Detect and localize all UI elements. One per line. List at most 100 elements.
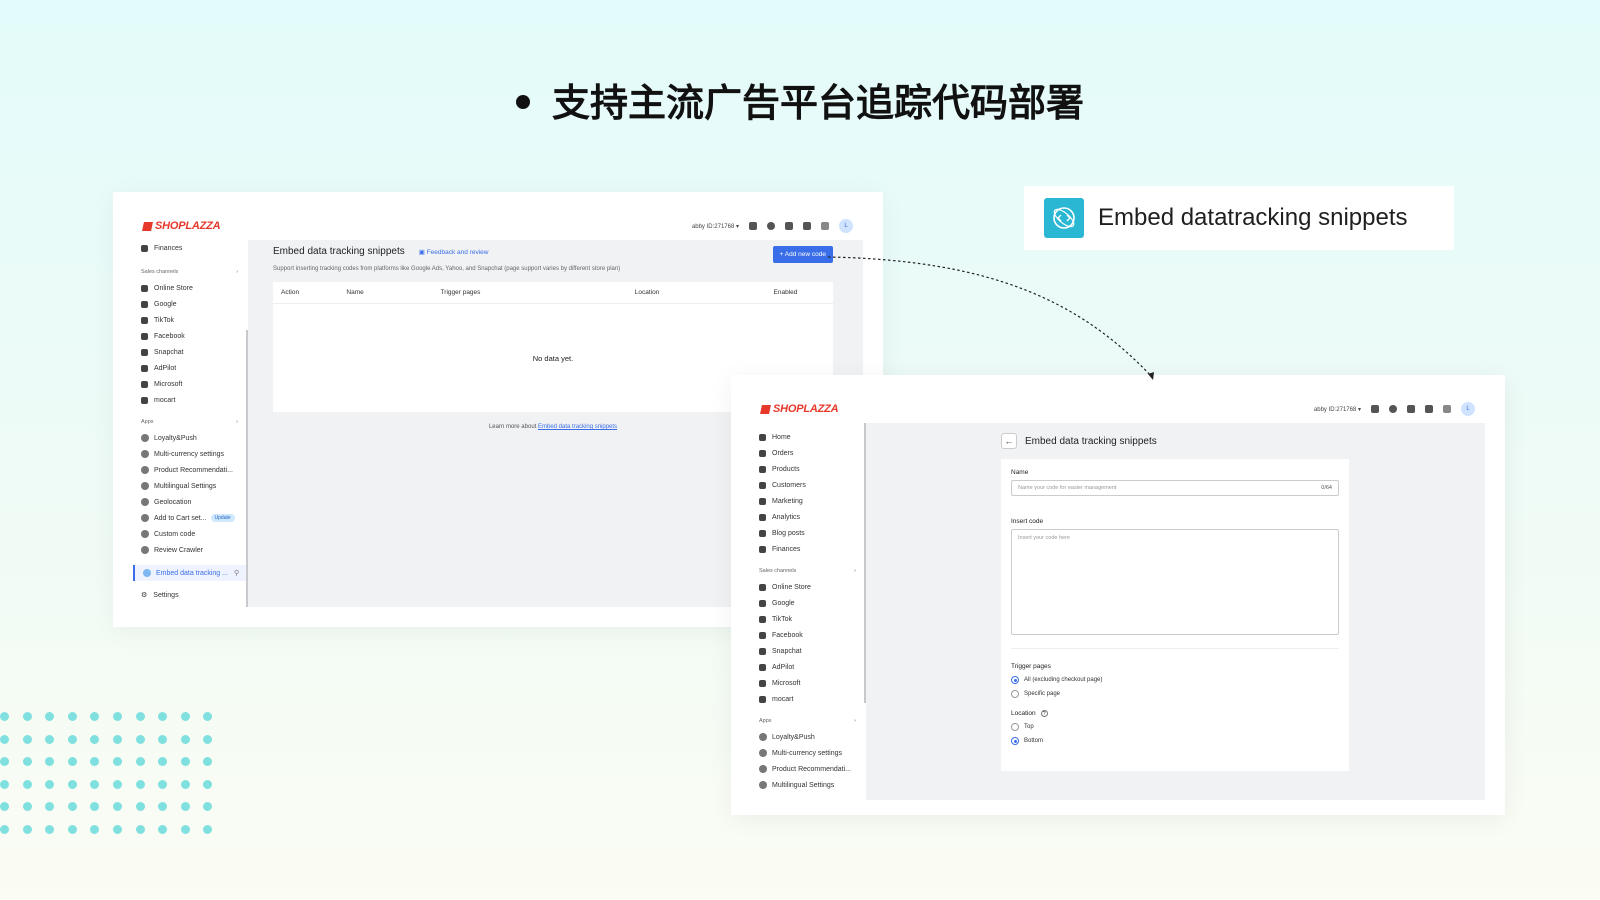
radio-icon[interactable]: [1011, 690, 1019, 698]
sidebar2-item-microsoft[interactable]: Microsoft: [751, 675, 866, 691]
sidebar-item-snapchat[interactable]: Snapchat: [133, 344, 248, 360]
sidebar2-item-multilingual-settings[interactable]: Multilingual Settings: [751, 777, 866, 793]
sidebar2-item-customers[interactable]: Customers: [751, 477, 866, 493]
sidebar-item-review-crawler[interactable]: Review Crawler: [133, 542, 248, 558]
sidebar2-item-mocart[interactable]: mocart: [751, 691, 866, 707]
sidebar2-item-home[interactable]: Home: [751, 429, 866, 445]
embed-code-icon: [1044, 198, 1084, 238]
sidebar2-item-products[interactable]: Products: [751, 461, 866, 477]
avatar[interactable]: L: [839, 219, 853, 233]
sidebar-item-adpilot[interactable]: AdPilot: [133, 360, 248, 376]
trigger-option-all-excluding-checkout-page[interactable]: All (excluding checkout page): [1011, 676, 1339, 684]
trigger-option-specific-page[interactable]: Specific page: [1011, 690, 1339, 698]
apps-header-2[interactable]: Apps ›: [751, 713, 866, 729]
sidebar2-item-orders[interactable]: Orders: [751, 445, 866, 461]
sidebar2-item-loyalty-push[interactable]: Loyalty&Push: [751, 729, 866, 745]
sidebar-item-label: Multilingual Settings: [154, 482, 217, 490]
decorative-dot: [180, 734, 190, 744]
message-icon[interactable]: [1425, 405, 1433, 413]
back-button[interactable]: ←: [1001, 433, 1017, 449]
sidebar-item-loyalty-push[interactable]: Loyalty&Push: [133, 430, 248, 446]
sidebar2-item-multi-currency-settings[interactable]: Multi-currency settings: [751, 745, 866, 761]
sidebar2-item-product-recommendati[interactable]: Product Recommendati...: [751, 761, 866, 777]
tiktok-icon: [759, 615, 766, 623]
sidebar-item-multilingual-settings[interactable]: Multilingual Settings: [133, 478, 248, 494]
sidebar-item-geolocation[interactable]: Geolocation: [133, 494, 248, 510]
embed-app-icon: [143, 569, 151, 577]
decorative-dot: [180, 825, 190, 834]
radio-icon[interactable]: [1011, 676, 1019, 684]
sidebar-item-microsoft[interactable]: Microsoft: [133, 376, 248, 392]
sidebar2-item-analytics[interactable]: Analytics: [751, 509, 866, 525]
sidebar-item-custom-code[interactable]: Custom code: [133, 526, 248, 542]
decorative-dot: [22, 802, 32, 812]
sidebar2-item-marketing[interactable]: Marketing: [751, 493, 866, 509]
sidebar-item-finances[interactable]: Finances: [133, 240, 248, 256]
radio-label: Top: [1024, 724, 1034, 730]
sidebar-item-label: Loyalty&Push: [154, 434, 197, 442]
sidebar2-item-facebook[interactable]: Facebook: [751, 627, 866, 643]
decorative-dot: [0, 734, 9, 744]
sidebar-item-tiktok[interactable]: TikTok: [133, 312, 248, 328]
sidebar-item-online-store[interactable]: Online Store: [133, 280, 248, 296]
name-input[interactable]: Name your code for easier management 0/64: [1011, 480, 1339, 496]
sidebar2-item-online-store[interactable]: Online Store: [751, 579, 866, 595]
location-option-top[interactable]: Top: [1011, 723, 1339, 731]
notification-icon[interactable]: [785, 222, 793, 230]
wifi-icon[interactable]: [821, 222, 829, 230]
microsoft-icon: [759, 679, 766, 687]
sidebar-item-add-to-cart-set[interactable]: Add to Cart set... Update: [133, 510, 248, 526]
add-new-code-button[interactable]: + Add new code: [772, 246, 833, 263]
decorative-dot: [90, 734, 100, 744]
sidebar-item-settings[interactable]: ⚙ Settings: [133, 587, 248, 603]
help-icon[interactable]: [767, 222, 775, 230]
sidebar-item-label: Google: [154, 300, 177, 308]
sales-channels-header[interactable]: Sales channels ›: [133, 264, 248, 280]
online-store-icon: [759, 583, 766, 591]
code-textarea[interactable]: Insert your code here: [1011, 529, 1339, 635]
sidebar-item-google[interactable]: Google: [133, 296, 248, 312]
radio-icon[interactable]: [1011, 723, 1019, 731]
sidebar-item-label: Loyalty&Push: [772, 733, 815, 741]
account-switcher[interactable]: abby ID:271768 ▾: [692, 223, 739, 230]
tiktok-icon: [141, 316, 148, 324]
location-option-bottom[interactable]: Bottom: [1011, 737, 1339, 745]
sidebar-item-embed-data-tracking[interactable]: Embed data tracking ... ⚲: [133, 565, 248, 581]
decorative-dot: [67, 825, 77, 834]
sidebar-item-product-recommendati[interactable]: Product Recommendati...: [133, 462, 248, 478]
sidebar-item-label: Facebook: [772, 631, 803, 639]
sales-channels-header-2[interactable]: Sales channels ›: [751, 563, 866, 579]
account-switcher-2[interactable]: abby ID:271768 ▾: [1314, 406, 1361, 413]
sidebar2-item-blog-posts[interactable]: Blog posts: [751, 525, 866, 541]
sidebar-scrollbar[interactable]: [246, 330, 248, 607]
learn-more-link[interactable]: Embed data tracking snippets: [538, 424, 617, 430]
google-icon: [141, 300, 148, 308]
sidebar-scrollbar-2[interactable]: [864, 423, 866, 703]
feedback-link[interactable]: ▣ Feedback and review: [419, 248, 489, 256]
store-icon[interactable]: [1371, 405, 1379, 413]
apps-header[interactable]: Apps ›: [133, 414, 248, 430]
brand-logo-2[interactable]: SHOPLAZZA: [760, 403, 839, 415]
sidebar-item-mocart[interactable]: mocart: [133, 392, 248, 408]
notification-icon[interactable]: [1407, 405, 1415, 413]
sidebar2-item-google[interactable]: Google: [751, 595, 866, 611]
wifi-icon[interactable]: [1443, 405, 1451, 413]
decorative-dot: [67, 802, 77, 812]
products-icon: [759, 465, 766, 473]
decorative-dot: [45, 825, 55, 834]
avatar-2[interactable]: L: [1461, 402, 1475, 416]
sidebar2-item-finances[interactable]: Finances: [751, 541, 866, 557]
radio-icon[interactable]: [1011, 737, 1019, 745]
pin-icon[interactable]: ⚲: [234, 569, 239, 577]
decorative-dot: [0, 779, 9, 789]
brand-logo[interactable]: SHOPLAZZA: [142, 220, 221, 232]
sidebar-item-multi-currency-settings[interactable]: Multi-currency settings: [133, 446, 248, 462]
sidebar2-item-tiktok[interactable]: TikTok: [751, 611, 866, 627]
sidebar-item-facebook[interactable]: Facebook: [133, 328, 248, 344]
store-icon[interactable]: [749, 222, 757, 230]
sidebar2-item-snapchat[interactable]: Snapchat: [751, 643, 866, 659]
message-icon[interactable]: [803, 222, 811, 230]
sidebar2-item-adpilot[interactable]: AdPilot: [751, 659, 866, 675]
help-icon[interactable]: [1389, 405, 1397, 413]
help-icon[interactable]: ?: [1040, 710, 1048, 717]
